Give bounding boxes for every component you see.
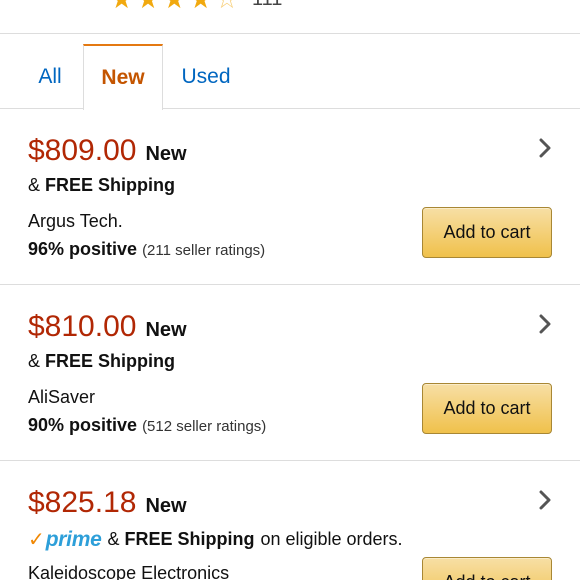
prime-check-icon: ✓ — [28, 529, 45, 551]
shipping-line: & FREE Shipping — [28, 351, 175, 372]
free-shipping-label: FREE Shipping — [45, 351, 176, 371]
tab-new[interactable]: New — [83, 44, 163, 110]
offer-row[interactable]: $809.00 New & FREE Shipping Argus Tech. … — [0, 110, 580, 285]
star-full-icon: ★ — [136, 0, 159, 12]
rating-summary: ★ ★ ★ ★ ☆ 111 — [0, 0, 580, 34]
star-full-icon: ★ — [163, 0, 186, 12]
offer-condition: New — [145, 319, 187, 341]
positive-percent: 96% positive — [28, 239, 138, 259]
shipping-prefix: & — [28, 175, 41, 195]
offer-price: $825.18 — [28, 486, 137, 519]
add-to-cart-button[interactable]: Add to cart — [422, 207, 552, 258]
prime-wordmark: prime — [45, 527, 102, 551]
offer-row[interactable]: $810.00 New & FREE Shipping AliSaver 90%… — [0, 286, 580, 461]
rating-count[interactable]: 111 — [252, 0, 282, 11]
offer-price: $809.00 — [28, 134, 137, 167]
free-shipping-label: FREE Shipping — [45, 175, 176, 195]
shipping-note: on eligible orders. — [260, 529, 403, 549]
chevron-right-icon[interactable] — [538, 138, 552, 158]
star-empty-icon: ☆ — [215, 0, 238, 12]
offer-price: $810.00 — [28, 310, 137, 343]
condition-tabs: All New Used — [0, 34, 580, 110]
tab-all[interactable]: All — [18, 44, 82, 109]
star-half-icon: ★ — [189, 0, 212, 12]
add-to-cart-button[interactable]: Add to cart — [422, 557, 552, 580]
seller-name[interactable]: Argus Tech. — [28, 211, 123, 232]
seller-name[interactable]: Kaleidoscope Electronics — [28, 563, 229, 580]
shipping-line: ✓ prime & FREE Shipping on eligible orde… — [28, 527, 403, 552]
star-full-icon: ★ — [110, 0, 133, 12]
tab-used[interactable]: Used — [164, 44, 248, 109]
offer-condition: New — [145, 495, 187, 517]
chevron-right-icon[interactable] — [538, 314, 552, 334]
seller-feedback: 90% positive (512 seller ratings) — [28, 415, 266, 436]
shipping-prefix: & — [107, 529, 120, 549]
price-line: $810.00 New — [28, 310, 187, 344]
shipping-prefix: & — [28, 351, 41, 371]
add-to-cart-button[interactable]: Add to cart — [422, 383, 552, 434]
prime-logo: ✓ prime — [28, 527, 102, 552]
star-rating[interactable]: ★ ★ ★ ★ ☆ — [110, 0, 239, 12]
price-line: $809.00 New — [28, 134, 187, 168]
seller-ratings-count: (211 seller ratings) — [142, 242, 266, 259]
offer-row[interactable]: $825.18 New ✓ prime & FREE Shipping on e… — [0, 462, 580, 580]
offer-condition: New — [145, 143, 187, 165]
price-line: $825.18 New — [28, 486, 187, 520]
chevron-right-icon[interactable] — [538, 490, 552, 510]
positive-percent: 90% positive — [28, 415, 138, 435]
free-shipping-label: FREE Shipping — [124, 529, 255, 549]
seller-feedback: 96% positive (211 seller ratings) — [28, 239, 265, 260]
seller-ratings-count: (512 seller ratings) — [142, 418, 267, 435]
seller-name[interactable]: AliSaver — [28, 387, 95, 408]
shipping-line: & FREE Shipping — [28, 175, 175, 196]
